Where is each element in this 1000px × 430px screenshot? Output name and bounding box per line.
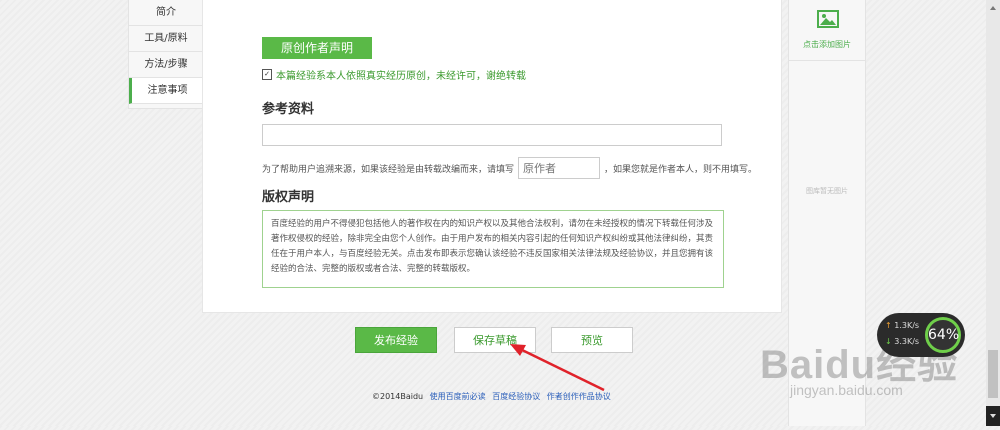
speed-widget[interactable]: ↑ 1.3K/s ↓ 3.3K/s 64% [877, 313, 965, 357]
original-author-button[interactable]: 原创作者声明 [262, 37, 372, 59]
reference-title: 参考资料 [262, 102, 315, 117]
source-row: 为了帮助用户追溯来源，如果该经验是由转载改编而来，请填写 ，如果您就是作者本人，… [262, 157, 802, 179]
download-speed: ↓ 3.3K/s [885, 337, 920, 346]
footer-link-read-first[interactable]: 使用百度前必读 [430, 392, 486, 401]
watermark-url: jingyan.baidu.com [790, 382, 903, 398]
original-statement-row: ✓ 本篇经验系本人依照真实经历原创，未经许可，谢绝转载 [262, 67, 526, 82]
nav-item-steps[interactable]: 方法/步骤 [129, 52, 203, 78]
left-nav: 简介 工具/原料 方法/步骤 注意事项 [128, 0, 204, 109]
original-checkbox[interactable]: ✓ [262, 69, 272, 80]
source-prefix-text: 为了帮助用户追溯来源，如果该经验是由转载改编而来，请填写 [262, 164, 515, 175]
usage-percent: 64% [925, 317, 961, 353]
copyright-title: 版权声明 [262, 190, 315, 205]
footer-link-agreement[interactable]: 百度经验协议 [492, 392, 540, 401]
upload-speed: ↑ 1.3K/s [885, 321, 920, 330]
scroll-thumb[interactable] [988, 350, 998, 398]
add-picture-button[interactable]: 点击添加图片 [789, 0, 865, 61]
original-statement-text: 本篇经验系本人依照真实经历原创，未经许可，谢绝转载 [276, 71, 526, 82]
image-add-icon [817, 10, 839, 28]
footer-copyright: ©2014Baidu [372, 392, 424, 401]
publish-button[interactable]: 发布经验 [355, 327, 437, 353]
original-author-input[interactable] [518, 157, 601, 179]
footer-link-author-agreement[interactable]: 作者创作作品协议 [547, 392, 611, 401]
nav-item-tools[interactable]: 工具/原料 [129, 26, 203, 52]
main-panel: 原创作者声明 ✓ 本篇经验系本人依照真实经历原创，未经许可，谢绝转载 参考资料 … [202, 0, 782, 313]
scroll-down-icon[interactable] [986, 406, 1000, 426]
add-picture-label: 点击添加图片 [803, 40, 851, 49]
footer: ©2014Baidu 使用百度前必读 百度经验协议 作者创作作品协议 [372, 391, 611, 402]
nav-item-intro[interactable]: 简介 [129, 0, 203, 26]
nav-item-notes[interactable]: 注意事项 [129, 78, 203, 104]
source-suffix-text: ，如果您就是作者本人，则不用填写。 [604, 164, 758, 175]
reference-input[interactable] [262, 124, 722, 146]
copyright-text: 百度经验的用户不得侵犯包括他人的著作权在内的知识产权以及其他合法权利，请勿在未经… [262, 210, 724, 288]
no-picture-text: 图库暂无图片 [806, 187, 848, 195]
scroll-up-icon[interactable] [986, 0, 1000, 14]
annotation-arrow-icon [510, 344, 605, 392]
